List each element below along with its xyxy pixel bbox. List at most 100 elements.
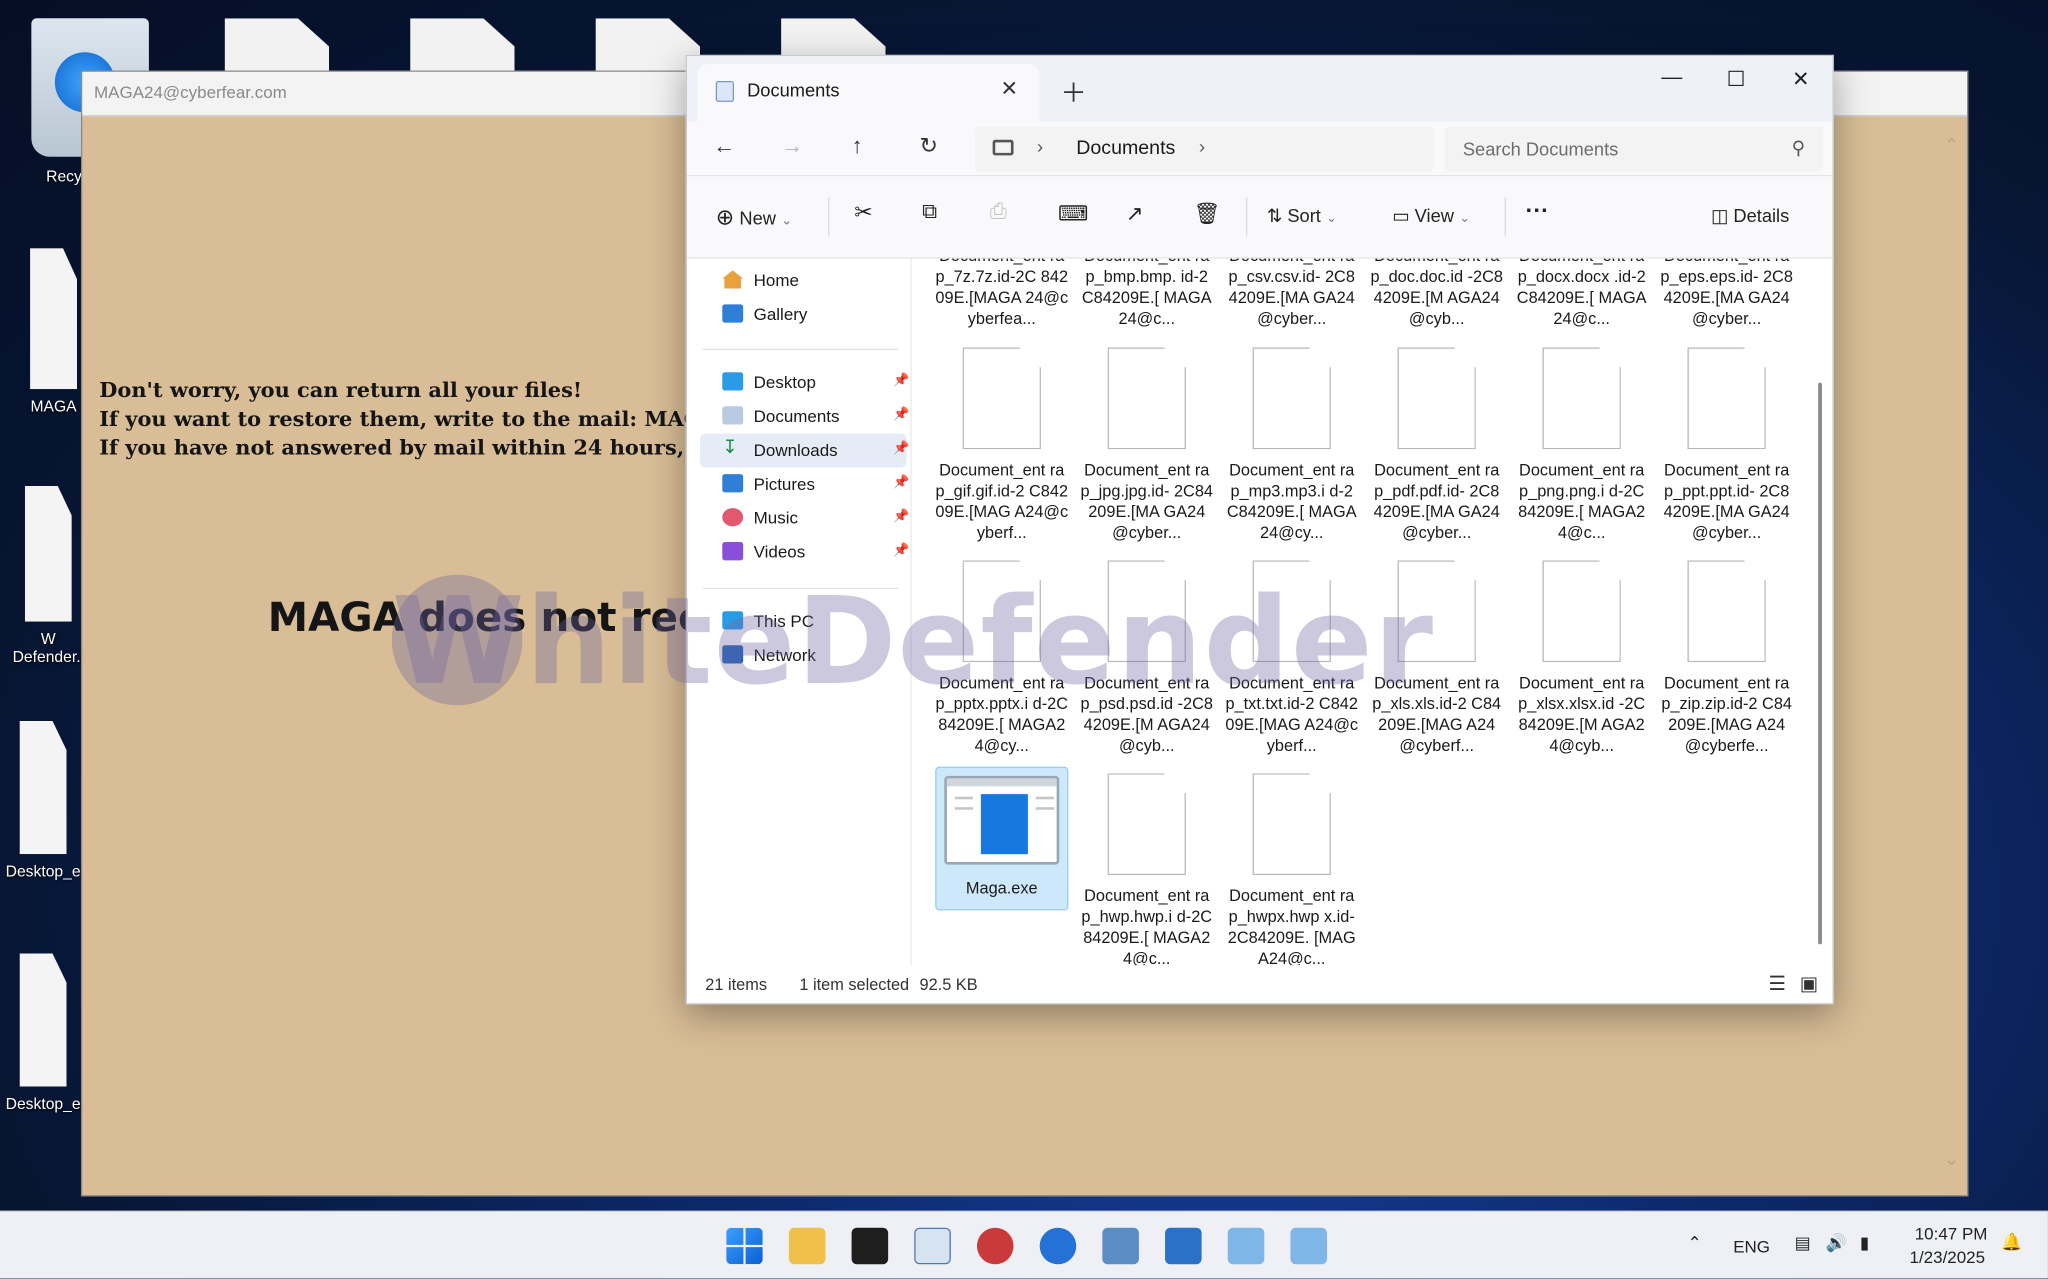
sidebar-item-pictures[interactable]: Pictures 📌: [700, 468, 910, 502]
file-item[interactable]: Document_ent rap_xlsx.xlsx.id -2C84209E.…: [1515, 560, 1648, 756]
sort-icon: ⇅: [1266, 205, 1283, 226]
language-indicator[interactable]: ENG: [1733, 1237, 1770, 1257]
file-item[interactable]: Document_ent rap_bmp.bmp. id-2C84209E.[ …: [1080, 259, 1213, 330]
file-explorer-taskbar-icon[interactable]: [788, 1227, 826, 1265]
pictures-icon: [722, 474, 744, 493]
gallery-icon: [722, 304, 744, 323]
details-pane-icon: ◫: [1710, 205, 1729, 226]
file-item[interactable]: Document_ent rap_eps.eps.id- 2C84209E.[M…: [1660, 259, 1793, 330]
forward-button[interactable]: →: [781, 133, 803, 159]
sidebar-item-desktop[interactable]: Desktop 📌: [700, 366, 910, 400]
new-tab-button[interactable]: ＋: [1061, 72, 1087, 110]
sidebar-item-home[interactable]: Home: [700, 264, 906, 298]
paste-icon[interactable]: ⎙: [990, 201, 1007, 225]
pin-icon[interactable]: 📌: [893, 374, 909, 388]
file-item[interactable]: Document_ent rap_mp3.mp3.i d-2C84209E.[ …: [1225, 347, 1358, 543]
share-icon[interactable]: ↗: [1126, 201, 1144, 227]
file-item[interactable]: Document_ent rap_pdf.pdf.id- 2C84209E.[M…: [1370, 347, 1503, 543]
sidebar-item-documents[interactable]: Documents 📌: [700, 400, 910, 434]
network-app-taskbar-icon[interactable]: [1290, 1227, 1327, 1265]
notifications-icon[interactable]: 🔔: [2001, 1232, 2022, 1253]
file-item[interactable]: Document_ent rap_docx.docx .id-2C84209E.…: [1515, 259, 1648, 330]
command-bar: ⊕ New ⌄ ✂ ⧉ ⎙ ⌨ ↗ 🗑 ⇅ Sort ⌄ ▭ View ⌄ ··· ◫…: [687, 176, 1833, 259]
sidebar-item-downloads[interactable]: ↧ Downloads 📌: [700, 433, 910, 468]
file-item[interactable]: Document_ent rap_jpg.jpg.id- 2C84209E.[M…: [1080, 347, 1213, 543]
tiles-view-icon[interactable]: ▣: [1800, 972, 1819, 995]
pin-icon[interactable]: 📌: [893, 475, 909, 489]
file-icon: [1687, 347, 1766, 450]
file-item[interactable]: Document_ent rap_7z.7z.id-2C 84209E.[MAG…: [935, 259, 1068, 330]
battery-icon[interactable]: ▮: [1860, 1233, 1869, 1254]
sort-button[interactable]: ⇅ Sort ⌄: [1267, 205, 1337, 227]
file-item[interactable]: Document_ent rap_csv.csv.id- 2C84209E.[M…: [1225, 259, 1358, 330]
pin-icon[interactable]: 📌: [893, 441, 909, 455]
file-icon: [1397, 347, 1476, 450]
sidebar-item-music[interactable]: Music 📌: [700, 502, 910, 536]
search-input[interactable]: Search Documents ⚲: [1444, 126, 1824, 172]
download-icon: ↧: [722, 436, 738, 458]
resource-monitor-taskbar-icon[interactable]: [914, 1227, 951, 1265]
music-icon: [722, 508, 744, 527]
tab-documents[interactable]: Documents ✕: [697, 63, 1040, 122]
file-item[interactable]: Document_ent rap_gif.gif.id-2 C84209E.[M…: [935, 347, 1068, 543]
pin-icon[interactable]: 📌: [893, 509, 909, 523]
file-icon: [962, 347, 1041, 450]
more-options-button[interactable]: ···: [1526, 197, 1549, 224]
pin-icon[interactable]: 📌: [893, 543, 909, 557]
delete-icon[interactable]: 🗑: [1194, 201, 1221, 227]
breadcrumb[interactable]: Documents: [1076, 137, 1175, 159]
app-taskbar-icon[interactable]: [976, 1227, 1014, 1265]
minimize-button[interactable]: —: [1661, 67, 1682, 91]
file-item[interactable]: Document_ent rap_doc.doc.id -2C84209E.[M…: [1370, 259, 1503, 330]
chevron-up-icon[interactable]: ⌃: [1687, 1233, 1701, 1254]
selection-count: 1 item selected: [799, 975, 910, 994]
cut-icon[interactable]: ✂: [854, 200, 873, 226]
rename-icon[interactable]: ⌨: [1058, 201, 1088, 227]
network-icon[interactable]: ▤: [1795, 1233, 1811, 1254]
chevron-right-icon[interactable]: ›: [1199, 136, 1205, 157]
this-pc-icon: [992, 139, 1014, 156]
details-button[interactable]: ◫ Details: [1711, 205, 1789, 227]
new-button[interactable]: ⊕ New ⌄: [716, 205, 792, 231]
sidebar-item-videos[interactable]: Videos 📌: [700, 536, 910, 570]
desktop-icon-desktop-e-2[interactable]: Desktop_e: [3, 953, 84, 1113]
notepad-taskbar-icon[interactable]: [1165, 1227, 1202, 1265]
file-item[interactable]: Document_ent rap_hwpx.hwp x.id-2C84209E.…: [1225, 773, 1358, 965]
plus-icon: ⊕: [715, 205, 735, 230]
file-item[interactable]: Document_ent rap_png.png.i d-2C84209E.[ …: [1515, 347, 1648, 543]
volume-icon[interactable]: 🔊: [1826, 1233, 1847, 1254]
file-item-maga-exe[interactable]: Maga.exe: [935, 766, 1069, 911]
app-taskbar-icon[interactable]: [1102, 1227, 1139, 1265]
terminal-taskbar-icon[interactable]: [851, 1227, 889, 1265]
copy-icon[interactable]: ⧉: [922, 201, 937, 225]
desktop-icon-desktop-e-1[interactable]: Desktop_e: [3, 720, 84, 880]
note-line-1: Don't worry, you can return all your fil…: [99, 377, 583, 403]
scroll-up-icon[interactable]: ⌃: [1944, 135, 1959, 157]
file-item[interactable]: Document_ent rap_zip.zip.id-2 C84209E.[M…: [1660, 560, 1793, 756]
network-app-taskbar-icon[interactable]: [1227, 1227, 1265, 1265]
clock-time[interactable]: 10:47 PM: [1915, 1224, 1988, 1244]
view-button[interactable]: ▭ View ⌄: [1392, 205, 1470, 227]
file-item[interactable]: Document_ent rap_hwp.hwp.i d-2C84209E.[ …: [1080, 773, 1213, 965]
file-item[interactable]: Document_ent rap_ppt.ppt.id- 2C84209E.[M…: [1660, 347, 1793, 543]
scroll-down-icon[interactable]: ⌄: [1944, 1148, 1959, 1170]
desktop-icon-defender[interactable]: W Defender.l: [8, 485, 89, 666]
sidebar-item-gallery[interactable]: Gallery: [700, 298, 906, 332]
refresh-button[interactable]: ↻: [919, 133, 938, 159]
desktop-icon: [722, 372, 744, 391]
file-icon: [1107, 347, 1186, 450]
browser-taskbar-icon[interactable]: [1039, 1227, 1077, 1265]
address-bar[interactable]: › Documents ›: [974, 126, 1435, 172]
up-button[interactable]: ↑: [852, 133, 863, 159]
close-tab-icon[interactable]: ✕: [1000, 76, 1018, 102]
maximize-button[interactable]: ☐: [1727, 67, 1746, 93]
vertical-scrollbar[interactable]: [1818, 382, 1823, 945]
pin-icon[interactable]: 📌: [893, 408, 909, 422]
list-view-icon[interactable]: ☰: [1768, 972, 1786, 995]
desktop: Recy MAGA W Defender.l Desktop_e Desktop…: [0, 0, 2048, 1279]
start-button[interactable]: [726, 1227, 763, 1265]
back-button[interactable]: ←: [713, 133, 735, 159]
close-window-button[interactable]: ✕: [1792, 67, 1810, 93]
videos-icon: [722, 542, 744, 561]
clock-date[interactable]: 1/23/2025: [1910, 1247, 1986, 1267]
